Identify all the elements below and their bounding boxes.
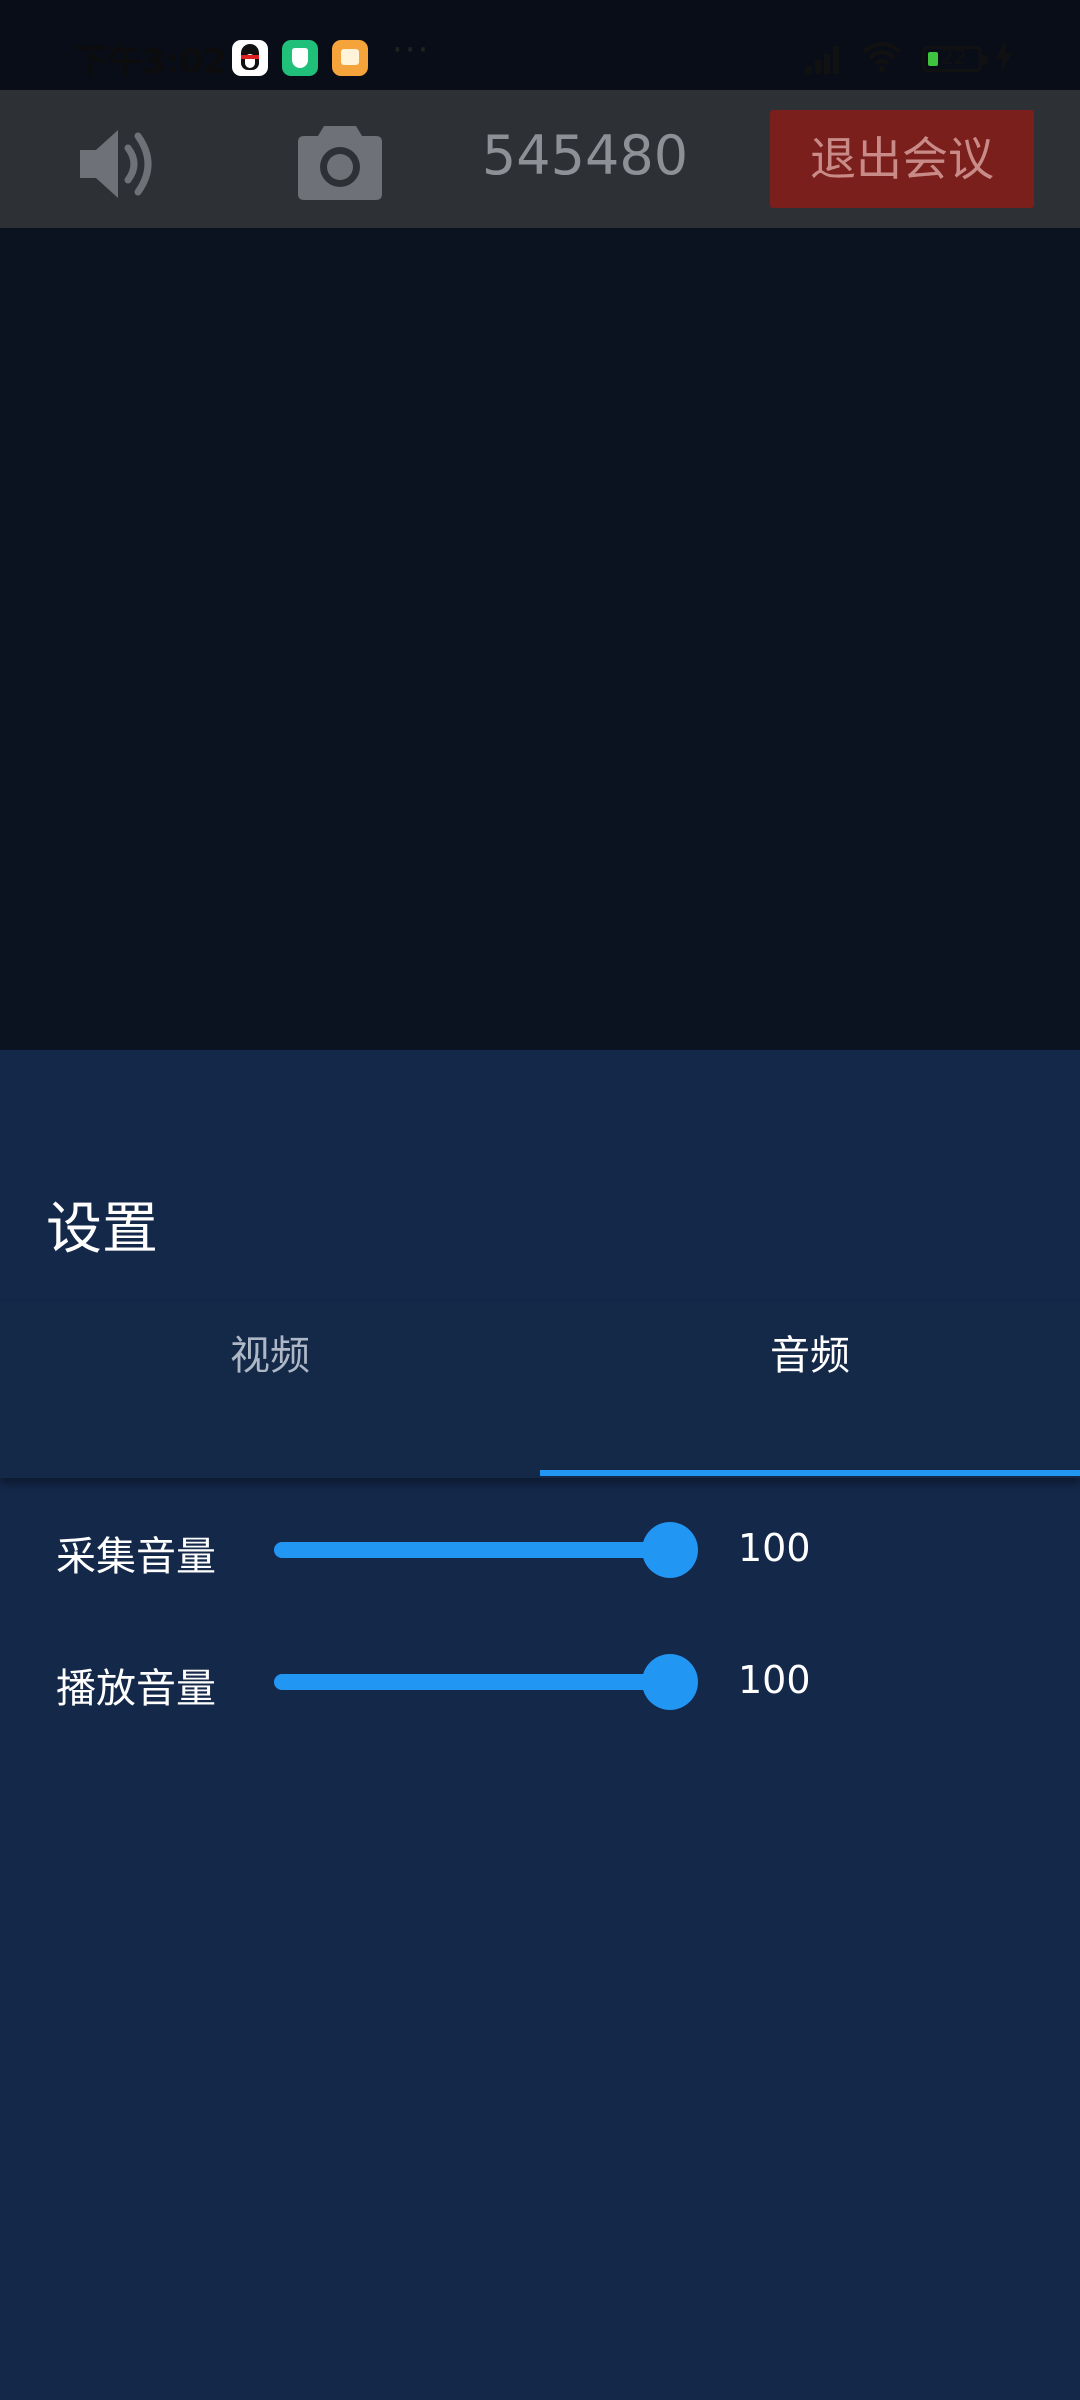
playback-volume-row: 播放音量 100 [0,1642,1080,1722]
tab-audio[interactable]: 音频 [540,1302,1080,1470]
video-area [0,228,1080,1050]
capture-volume-fill [274,1542,670,1558]
more-notifications-icon: ··· [392,30,431,70]
battery-icon: 22 [922,45,987,72]
playback-volume-fill [274,1674,670,1690]
playback-volume-slider[interactable] [274,1654,698,1710]
meeting-toolbar: 545480 退出会议 [0,90,1080,228]
settings-tab-bar: 视频 音频 [0,1302,1080,1478]
playback-volume-thumb[interactable] [642,1654,698,1710]
capture-volume-label: 采集音量 [56,1534,216,1580]
status-bar: 下午3:02 ··· 22 [0,0,1080,90]
notes-app-icon [332,40,368,76]
speaker-icon[interactable] [78,126,158,202]
capture-volume-thumb[interactable] [642,1522,698,1578]
playback-volume-label: 播放音量 [56,1666,216,1712]
settings-panel: 设置 视频 音频 采集音量 100 播放音量 100 [0,1050,1080,2400]
capture-volume-row: 采集音量 100 [0,1510,1080,1590]
signal-icon [806,44,846,74]
meeting-id: 545480 [481,124,689,187]
battery-level: 22 [941,45,967,69]
status-time: 下午3:02 [74,42,227,82]
settings-title: 设置 [46,1197,158,1262]
capture-volume-slider[interactable] [274,1522,698,1578]
capture-volume-value: 100 [738,1526,811,1570]
playback-volume-value: 100 [738,1658,811,1702]
shield-app-icon [282,40,318,76]
tab-video[interactable]: 视频 [0,1302,540,1470]
tab-active-indicator [540,1470,1080,1476]
qq-icon [232,40,268,76]
camera-icon[interactable] [296,122,384,202]
exit-meeting-button[interactable]: 退出会议 [770,110,1034,208]
charging-icon [996,40,1012,74]
wifi-icon [862,42,902,72]
